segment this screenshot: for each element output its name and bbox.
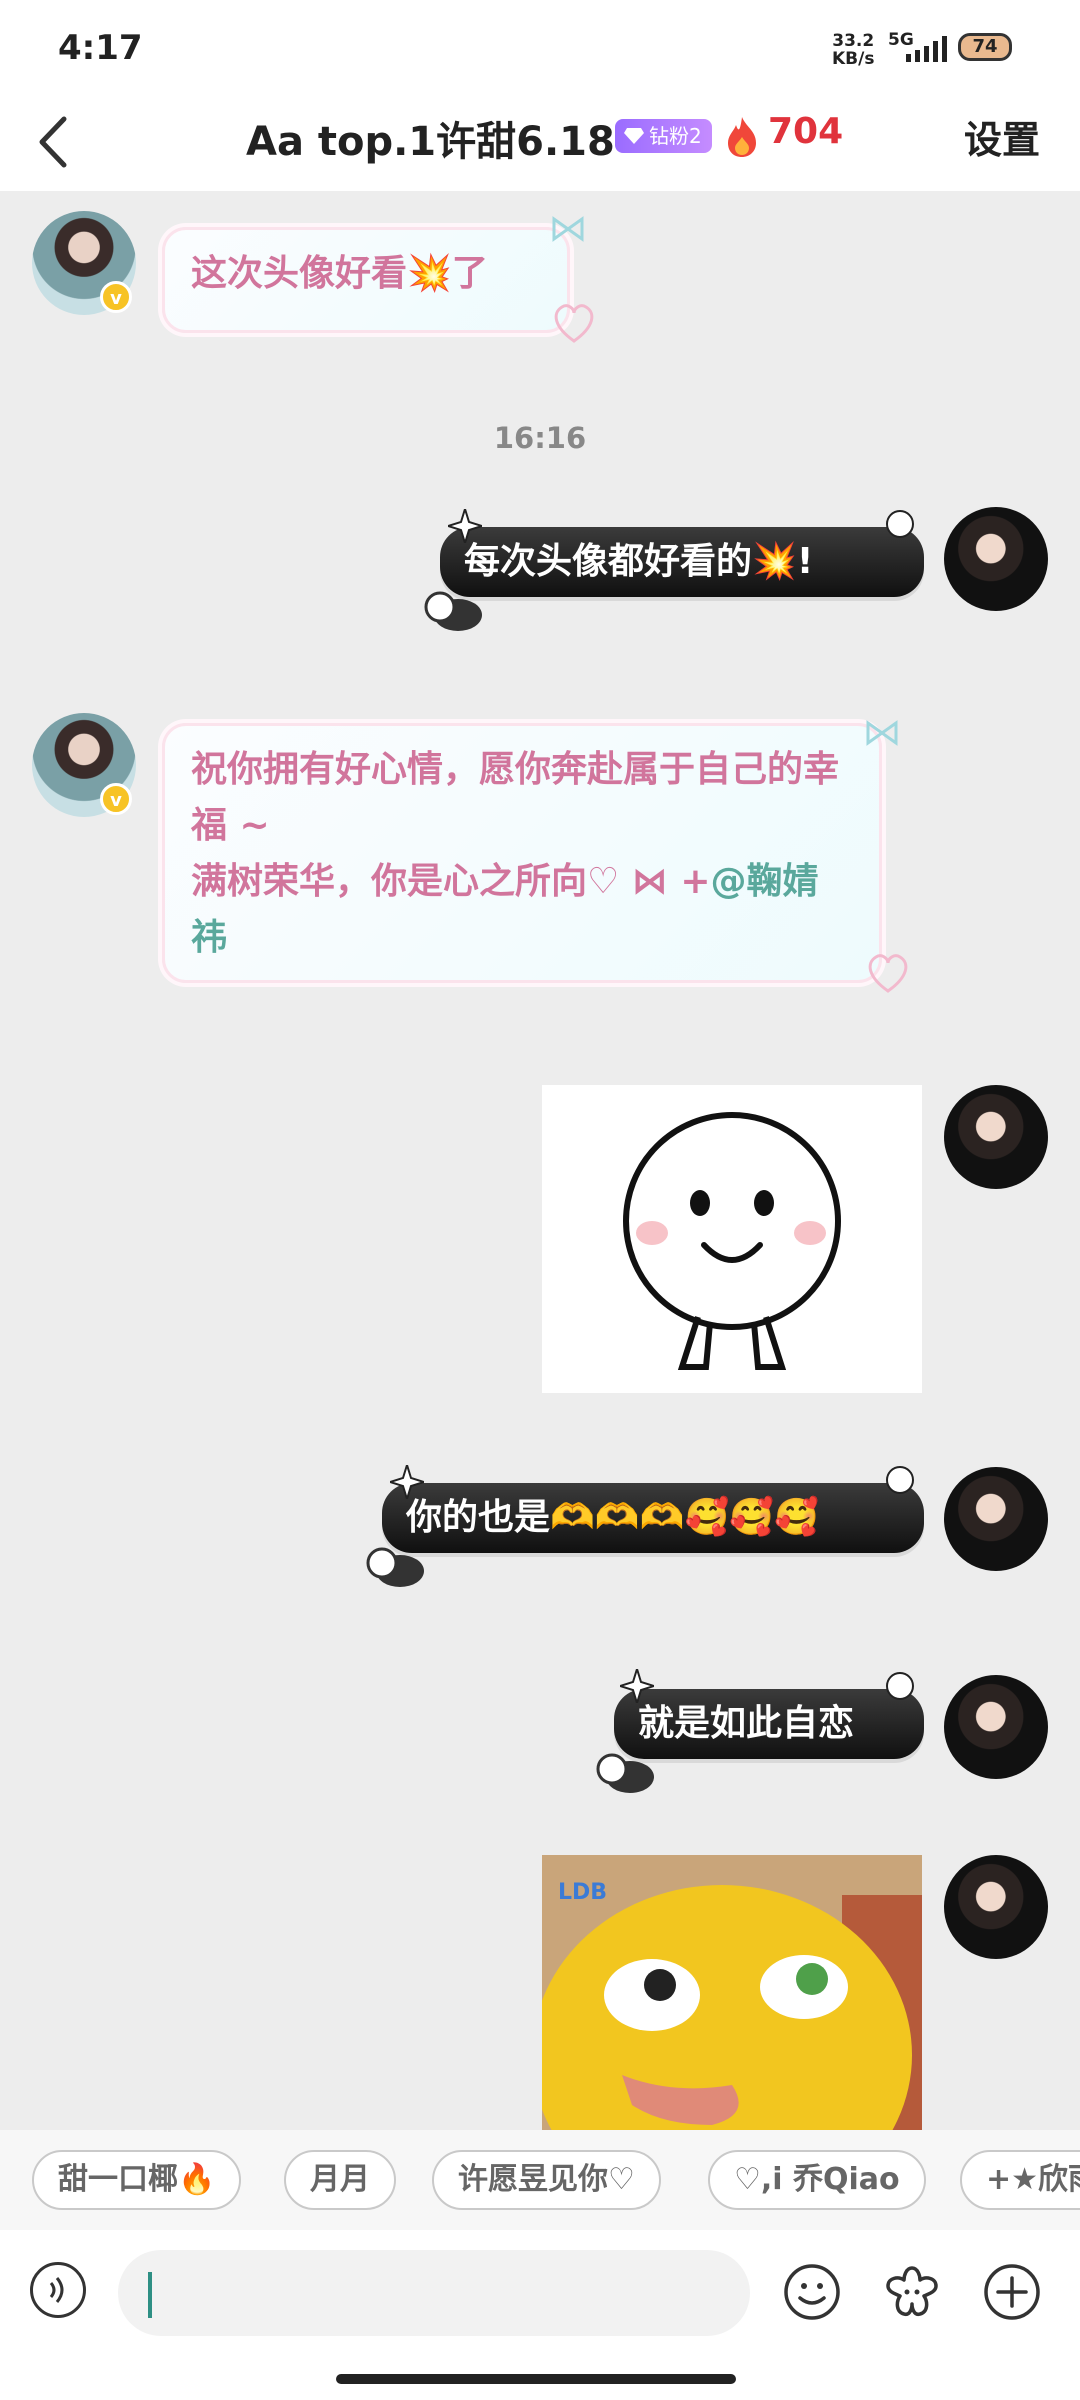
network-speed: 33.2 KB/s	[832, 32, 874, 68]
fire-icon	[728, 117, 756, 157]
message-text-line: 满树荣华，你是心之所向♡ ⋈ +@鞠婧祎	[191, 854, 853, 966]
message-bubble-incoming[interactable]: 这次头像好看💥了	[162, 227, 570, 333]
network-speed-value: 33.2	[832, 31, 875, 51]
bow-icon	[866, 720, 898, 746]
kitten-icon	[366, 1547, 424, 1587]
chat-title[interactable]: Aa top.1许甜6.18	[246, 109, 615, 167]
text-caret	[148, 2272, 152, 2318]
yellow-duck-sticker[interactable]: LDB	[542, 1855, 922, 2130]
kitten-icon	[596, 1753, 654, 1793]
plus-circle-icon[interactable]	[982, 2262, 1042, 2322]
quick-chip[interactable]: 许愿昱见你♡	[432, 2150, 661, 2210]
my-avatar[interactable]	[944, 1085, 1048, 1189]
verified-badge-icon: v	[100, 783, 132, 815]
message-text-line: 祝你拥有好心情，愿你奔赴属于自己的幸福 ~	[191, 749, 840, 846]
clock: 4:17	[58, 28, 143, 68]
sparkle-icon	[620, 1669, 654, 1703]
message-bubble-outgoing[interactable]: 你的也是🫶🫶🫶🥰🥰🥰	[382, 1483, 924, 1553]
fan-badge-label: 钻粉2	[649, 124, 702, 148]
message-text-line-text: 满树荣华，你是心之所向♡ ⋈ +	[191, 861, 711, 902]
yellow-duck-image: LDB	[542, 1855, 922, 2130]
heart-sticker-icon	[554, 304, 594, 343]
message-bubble-incoming[interactable]: 祝你拥有好心情，愿你奔赴属于自己的幸福 ~ 满树荣华，你是心之所向♡ ⋈ +@鞠…	[162, 723, 882, 983]
flower-sticker-icon[interactable]	[882, 2262, 942, 2322]
kitten-icon	[424, 591, 482, 631]
network-speed-unit: KB/s	[832, 49, 875, 69]
home-indicator[interactable]	[336, 2374, 736, 2384]
moon-icon	[886, 510, 914, 538]
my-avatar[interactable]	[944, 1675, 1048, 1779]
diamond-icon	[624, 128, 644, 144]
battery-icon: 74	[958, 33, 1012, 61]
status-bar: 4:17 33.2 KB/s 5G 74	[0, 0, 1080, 95]
chat-header: Aa top.1许甜6.18 钻粉2 704 设置	[0, 95, 1080, 191]
smiling-face-sticker[interactable]	[542, 1085, 922, 1393]
moon-icon	[886, 1672, 914, 1700]
heat-count: 704	[768, 111, 844, 152]
fan-badge: 钻粉2	[615, 119, 712, 153]
chevron-left-icon[interactable]	[30, 107, 80, 177]
quick-chip[interactable]: +★欣雨	[960, 2150, 1080, 2210]
message-timestamp: 16:16	[493, 421, 587, 455]
sticker-watermark: LDB	[558, 1880, 607, 1905]
verified-badge-icon: v	[100, 281, 132, 313]
emoji-icon[interactable]	[782, 2262, 842, 2322]
settings-button[interactable]: 设置	[964, 109, 1040, 164]
message-text: 就是如此自恋	[638, 1703, 855, 1744]
voice-icon[interactable]	[30, 2262, 86, 2318]
message-text: 你的也是🫶🫶🫶🥰🥰🥰	[406, 1497, 819, 1538]
bow-icon	[552, 216, 584, 242]
quick-chip[interactable]: 月月	[284, 2150, 396, 2210]
quick-chip[interactable]: ♡,i 乔Qiao	[708, 2150, 926, 2210]
moon-icon	[886, 1466, 914, 1494]
chat-message-list[interactable]: v 这次头像好看💥了 16:16 每次头像都好看的💥! v 祝你拥有好心情，愿你…	[0, 191, 1080, 2130]
message-text: 每次头像都好看的💥!	[464, 541, 814, 582]
smiling-face-image	[623, 1112, 841, 1370]
quick-chip[interactable]: 甜一口椰🔥	[32, 2150, 242, 2210]
voice-waves	[49, 2277, 64, 2303]
heart-sticker-icon	[868, 954, 908, 993]
my-avatar[interactable]	[944, 507, 1048, 611]
sparkle-icon	[390, 1465, 424, 1499]
my-avatar[interactable]	[944, 1467, 1048, 1571]
sparkle-icon	[448, 509, 482, 543]
message-bubble-outgoing[interactable]: 每次头像都好看的💥!	[440, 527, 924, 597]
signal-icon	[906, 36, 947, 62]
message-input[interactable]	[118, 2250, 750, 2336]
message-text: 这次头像好看💥了	[191, 253, 488, 294]
my-avatar[interactable]	[944, 1855, 1048, 1959]
quick-mention-bar[interactable]: 甜一口椰🔥 月月 许愿昱见你♡ ♡,i 乔Qiao +★欣雨	[0, 2130, 1080, 2230]
